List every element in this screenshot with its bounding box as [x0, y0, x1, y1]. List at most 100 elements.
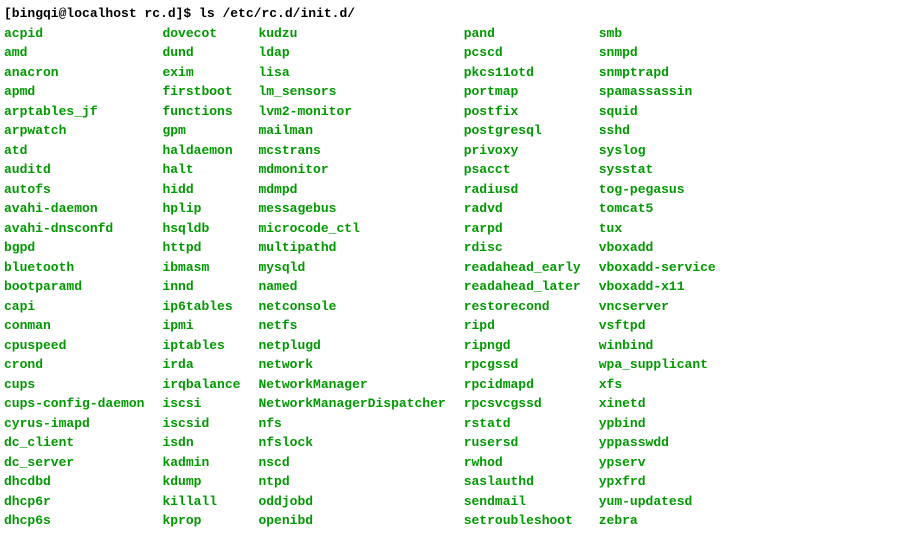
file-entry: firstboot	[162, 82, 240, 102]
file-entry: iscsi	[162, 394, 240, 414]
file-entry: tux	[599, 219, 716, 239]
file-entry: cyrus-imapd	[4, 414, 144, 434]
file-entry: xinetd	[599, 394, 716, 414]
file-entry: ip6tables	[162, 297, 240, 317]
file-entry: functions	[162, 102, 240, 122]
file-entry: dc_client	[4, 433, 144, 453]
file-entry: ldap	[258, 43, 445, 63]
file-entry: sysstat	[599, 160, 716, 180]
file-entry: atd	[4, 141, 144, 161]
file-entry: network	[258, 355, 445, 375]
file-entry: vboxadd-service	[599, 258, 716, 278]
file-entry: dovecot	[162, 24, 240, 44]
file-entry: kudzu	[258, 24, 445, 44]
file-entry: mdmonitor	[258, 160, 445, 180]
shell-prompt: [bingqi@localhost rc.d]$	[4, 6, 199, 21]
file-entry: zebra	[599, 511, 716, 531]
file-entry: oddjobd	[258, 492, 445, 512]
file-entry: multipathd	[258, 238, 445, 258]
file-entry: halt	[162, 160, 240, 180]
file-entry: restorecond	[464, 297, 581, 317]
file-entry: vboxadd-x11	[599, 277, 716, 297]
file-entry: setroubleshoot	[464, 511, 581, 531]
file-entry: lvm2-monitor	[258, 102, 445, 122]
file-entry: gpm	[162, 121, 240, 141]
file-entry: bluetooth	[4, 258, 144, 278]
file-entry: netplugd	[258, 336, 445, 356]
file-entry: rwhod	[464, 453, 581, 473]
file-entry: messagebus	[258, 199, 445, 219]
terminal-output: [bingqi@localhost rc.d]$ ls /etc/rc.d/in…	[4, 4, 910, 531]
file-entry: rdisc	[464, 238, 581, 258]
file-entry: readahead_later	[464, 277, 581, 297]
file-entry: exim	[162, 63, 240, 83]
file-entry: syslog	[599, 141, 716, 161]
file-entry: hidd	[162, 180, 240, 200]
file-entry: tog-pegasus	[599, 180, 716, 200]
file-entry: arptables_jf	[4, 102, 144, 122]
file-entry: conman	[4, 316, 144, 336]
file-entry: hsqldb	[162, 219, 240, 239]
file-entry: sendmail	[464, 492, 581, 512]
file-entry: auditd	[4, 160, 144, 180]
file-entry: winbind	[599, 336, 716, 356]
file-entry: arpwatch	[4, 121, 144, 141]
file-entry: ypxfrd	[599, 472, 716, 492]
file-entry: netconsole	[258, 297, 445, 317]
file-entry: portmap	[464, 82, 581, 102]
file-entry: pand	[464, 24, 581, 44]
listing-column: pandpcscdpkcs11otdportmappostfixpostgres…	[464, 24, 581, 531]
file-entry: NetworkManagerDispatcher	[258, 394, 445, 414]
file-entry: cpuspeed	[4, 336, 144, 356]
file-entry: snmptrapd	[599, 63, 716, 83]
file-entry: haldaemon	[162, 141, 240, 161]
file-entry: avahi-dnsconfd	[4, 219, 144, 239]
file-entry: NetworkManager	[258, 375, 445, 395]
file-entry: anacron	[4, 63, 144, 83]
file-entry: vboxadd	[599, 238, 716, 258]
command-text: ls /etc/rc.d/init.d/	[199, 6, 355, 21]
file-entry: tomcat5	[599, 199, 716, 219]
file-entry: crond	[4, 355, 144, 375]
file-entry: dhcp6r	[4, 492, 144, 512]
file-entry: nscd	[258, 453, 445, 473]
file-entry: ripngd	[464, 336, 581, 356]
file-entry: ripd	[464, 316, 581, 336]
file-entry: vncserver	[599, 297, 716, 317]
file-entry: squid	[599, 102, 716, 122]
file-entry: avahi-daemon	[4, 199, 144, 219]
file-entry: nfs	[258, 414, 445, 434]
file-listing: acpidamdanacronapmdarptables_jfarpwatcha…	[4, 24, 910, 531]
file-entry: dc_server	[4, 453, 144, 473]
file-entry: yppasswdd	[599, 433, 716, 453]
file-entry: rpcidmapd	[464, 375, 581, 395]
prompt-line: [bingqi@localhost rc.d]$ ls /etc/rc.d/in…	[4, 4, 910, 24]
file-entry: dund	[162, 43, 240, 63]
file-entry: openibd	[258, 511, 445, 531]
file-entry: mysqld	[258, 258, 445, 278]
file-entry: wpa_supplicant	[599, 355, 716, 375]
file-entry: vsftpd	[599, 316, 716, 336]
file-entry: radvd	[464, 199, 581, 219]
file-entry: isdn	[162, 433, 240, 453]
file-entry: mdmpd	[258, 180, 445, 200]
file-entry: dhcp6s	[4, 511, 144, 531]
file-entry: iptables	[162, 336, 240, 356]
listing-column: kudzuldaplisalm_sensorslvm2-monitormailm…	[258, 24, 445, 531]
file-entry: rstatd	[464, 414, 581, 434]
file-entry: readahead_early	[464, 258, 581, 278]
file-entry: dhcdbd	[4, 472, 144, 492]
file-entry: microcode_ctl	[258, 219, 445, 239]
file-entry: cups-config-daemon	[4, 394, 144, 414]
file-entry: saslauthd	[464, 472, 581, 492]
file-entry: kdump	[162, 472, 240, 492]
file-entry: irqbalance	[162, 375, 240, 395]
file-entry: netfs	[258, 316, 445, 336]
file-entry: named	[258, 277, 445, 297]
file-entry: radiusd	[464, 180, 581, 200]
file-entry: pkcs11otd	[464, 63, 581, 83]
file-entry: postfix	[464, 102, 581, 122]
listing-column: acpidamdanacronapmdarptables_jfarpwatcha…	[4, 24, 144, 531]
file-entry: pcscd	[464, 43, 581, 63]
file-entry: ypserv	[599, 453, 716, 473]
